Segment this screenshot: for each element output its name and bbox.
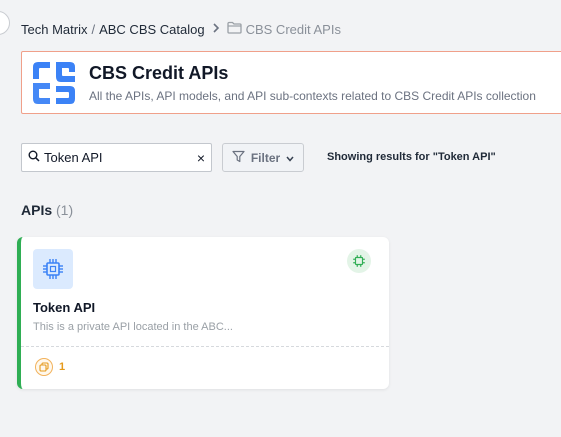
- filter-button[interactable]: Filter: [222, 143, 304, 172]
- chevron-right-icon: [212, 22, 220, 36]
- breadcrumb-current-label: CBS Credit APIs: [245, 21, 341, 37]
- filter-label: Filter: [250, 150, 281, 165]
- page-corner-button[interactable]: [0, 11, 10, 35]
- chip-badge-icon: [347, 249, 371, 273]
- filter-icon: [232, 150, 245, 166]
- card-divider: [21, 346, 389, 347]
- results-summary: Showing results for "Token API": [327, 151, 496, 163]
- breadcrumb: Tech Matrix / ABC CBS Catalog CBS Credit…: [21, 21, 341, 37]
- breadcrumb-item-tech-matrix[interactable]: Tech Matrix: [21, 22, 87, 37]
- chip-icon: [33, 249, 73, 289]
- copy-icon: [35, 358, 53, 376]
- api-card[interactable]: Token API This is a private API located …: [17, 237, 389, 389]
- search-icon: [28, 149, 40, 167]
- breadcrumb-separator: /: [91, 21, 96, 37]
- card-description: This is a private API located in the ABC…: [33, 321, 233, 333]
- chevron-down-icon: [286, 151, 294, 165]
- page-title: CBS Credit APIs: [89, 63, 229, 83]
- search-input[interactable]: [44, 150, 197, 165]
- breadcrumb-current: CBS Credit APIs: [226, 21, 341, 37]
- search-box: ×: [21, 143, 212, 172]
- api-context-logo: [31, 60, 77, 106]
- close-icon[interactable]: ×: [197, 151, 205, 165]
- card-footer: 1: [35, 358, 65, 376]
- folder-icon: [226, 21, 242, 37]
- card-footer-count: 1: [59, 361, 66, 373]
- collection-header: CBS Credit APIs All the APIs, API models…: [21, 51, 561, 114]
- breadcrumb-item-catalog[interactable]: ABC CBS Catalog: [99, 22, 205, 37]
- section-title: APIs (1): [21, 202, 73, 218]
- section-count: (1): [56, 202, 74, 218]
- card-title: Token API: [33, 300, 96, 315]
- section-title-label: APIs: [21, 202, 53, 218]
- page-description: All the APIs, API models, and API sub-co…: [89, 89, 536, 103]
